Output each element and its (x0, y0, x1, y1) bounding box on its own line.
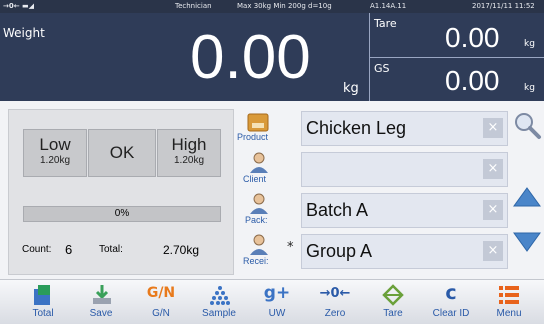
receiver-person-icon (250, 234, 268, 255)
date-time: 2017/11/11 11:52 (472, 2, 535, 10)
low-label: Low (39, 135, 71, 154)
client-button[interactable]: Client (235, 152, 299, 186)
pack-value: Batch A (306, 200, 369, 220)
uw-icon: g+ (263, 283, 291, 303)
user-role: Technician (175, 2, 212, 10)
total-button[interactable]: Total (12, 280, 74, 324)
zero-button-label: Zero (324, 308, 346, 319)
receiver-value: Group A (306, 241, 373, 261)
clear-id-button-label: Clear ID (432, 308, 470, 319)
progress-bar: 0% (23, 206, 221, 222)
weight-label: Weight (3, 26, 45, 40)
gs-box: GS 0.00 kg (369, 58, 544, 101)
total-icon (34, 285, 50, 305)
product-clear-button[interactable]: × (483, 118, 503, 138)
product-box-icon (247, 113, 269, 132)
client-clear-button[interactable]: × (483, 159, 503, 179)
high-label: High (171, 135, 207, 154)
pack-field[interactable]: Batch A × (301, 193, 508, 228)
zero-button[interactable]: →0← Zero (304, 280, 366, 324)
tare-value: 0.00 (445, 22, 500, 53)
clear-id-button[interactable]: c Clear ID (420, 280, 482, 324)
sample-button[interactable]: Sample (188, 280, 250, 324)
scroll-up-button[interactable] (513, 186, 541, 208)
firmware-version: A1.14A.11 (370, 2, 407, 10)
uw-button[interactable]: g+ UW (246, 280, 308, 324)
zero-icon: →0← (319, 286, 351, 301)
low-value: 1.20kg (39, 155, 71, 166)
pack-label: Pack: (245, 215, 268, 225)
total-label: Total: (99, 244, 123, 255)
pack-button[interactable]: Pack: (235, 193, 299, 227)
required-marker: * (287, 240, 294, 255)
cursor-icon: ↖ (246, 65, 256, 78)
pack-clear-button[interactable]: × (483, 200, 503, 220)
high-value: 1.20kg (173, 155, 205, 166)
product-value: Chicken Leg (306, 118, 407, 138)
gs-unit: kg (524, 83, 535, 93)
tare-label: Tare (374, 17, 397, 30)
gs-value: 0.00 (445, 65, 500, 96)
count-label: Count: (22, 244, 52, 255)
status-icons: →0← ▬◢ (3, 2, 35, 10)
uw-button-label: UW (268, 308, 286, 319)
sample-icon (210, 286, 230, 305)
search-icon (515, 113, 541, 139)
scroll-down-button[interactable] (513, 231, 541, 253)
weight-unit: kg (343, 81, 359, 96)
arrow-down-icon (513, 232, 541, 252)
total-button-label: Total (32, 308, 54, 319)
status-bar: →0← ▬◢ Technician Max 30kg Min 200g d=10… (0, 0, 544, 13)
menu-button-label: Menu (496, 308, 522, 319)
tare-unit: kg (524, 39, 535, 49)
product-label: Product (237, 132, 269, 142)
high-limit-box: High 1.20kg (157, 129, 221, 177)
weight-value: 0.00 (190, 23, 311, 92)
ok-indicator: OK (88, 129, 156, 177)
progress-text: 0% (114, 208, 130, 219)
save-icon (93, 285, 111, 304)
receiver-field[interactable]: Group A × (301, 234, 508, 269)
low-limit-box: Low 1.20kg (23, 129, 87, 177)
receiver-label: Recei: (243, 256, 269, 266)
tare-icon (382, 284, 404, 306)
gs-label: GS (374, 62, 390, 75)
search-button[interactable] (512, 110, 542, 140)
client-field[interactable]: × (301, 152, 508, 187)
checkweigh-panel: Low 1.20kg OK High 1.20kg 0% Count: 6 To… (8, 109, 234, 275)
scale-specs: Max 30kg Min 200g d=10g (237, 2, 332, 10)
product-button[interactable]: Product (235, 111, 299, 145)
receiver-clear-button[interactable]: × (483, 241, 503, 261)
gn-button-label: G/N (152, 308, 170, 319)
ok-label: OK (109, 143, 135, 162)
receiver-button[interactable]: Recei: * (235, 234, 299, 268)
sample-button-label: Sample (202, 308, 236, 319)
pack-person-icon (250, 193, 268, 214)
clear-icon: c (445, 282, 457, 304)
weight-display: Weight 0.00 kg ↖ Tare 0.00 kg GS 0.00 kg (0, 13, 544, 101)
save-button-label: Save (89, 308, 113, 319)
save-button[interactable]: Save (70, 280, 132, 324)
tare-box: Tare 0.00 kg (369, 13, 544, 58)
menu-list-icon (499, 286, 519, 304)
client-label: Client (243, 174, 267, 184)
bottom-toolbar: Total Save G/N G/N Sample g+ UW →0← Zero (0, 279, 544, 324)
product-field[interactable]: Chicken Leg × (301, 111, 508, 146)
total-value: 2.70kg (163, 243, 200, 257)
tare-button[interactable]: Tare (362, 280, 424, 324)
menu-button[interactable]: Menu (478, 280, 540, 324)
arrow-up-icon (513, 187, 541, 207)
gn-icon: G/N (146, 285, 176, 301)
gn-button[interactable]: G/N G/N (130, 280, 192, 324)
count-value: 6 (65, 242, 73, 257)
tare-button-label: Tare (383, 308, 403, 319)
client-person-icon (250, 152, 268, 173)
